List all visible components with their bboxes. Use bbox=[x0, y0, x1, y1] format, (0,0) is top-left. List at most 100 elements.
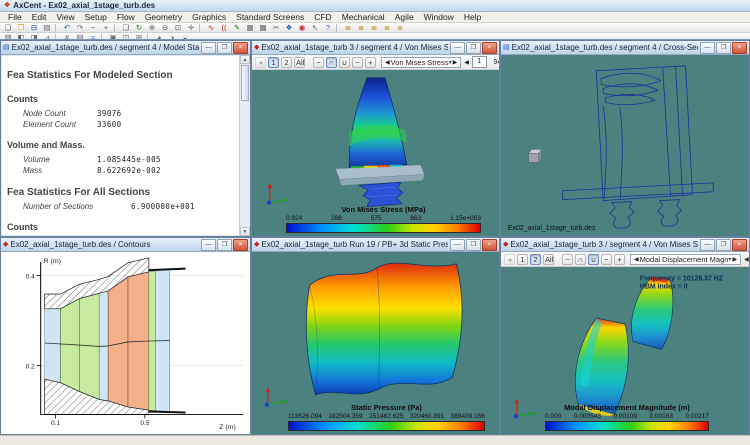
static-pressure-3d-view[interactable]: Static Pressure (Pa) 113526.094 182504.35… bbox=[252, 252, 499, 434]
panel-minimize-button[interactable]: — bbox=[201, 41, 216, 54]
refresh-icon[interactable]: ↻ bbox=[133, 23, 145, 32]
blade-row-5-icon[interactable]: ≣ bbox=[394, 23, 406, 32]
menu-item[interactable]: Window bbox=[419, 12, 459, 22]
page-all-button[interactable]: All bbox=[294, 56, 305, 68]
pan-icon[interactable]: ✛ bbox=[185, 23, 197, 32]
menu-item[interactable]: Edit bbox=[27, 12, 52, 22]
field-next-icon[interactable]: ▶ bbox=[452, 59, 459, 66]
page-1-button[interactable]: 1 bbox=[268, 56, 279, 68]
panel-restore-button[interactable]: ❐ bbox=[716, 238, 731, 251]
shape-minus-icon[interactable]: − bbox=[562, 253, 573, 265]
new-file-icon[interactable]: ❏ bbox=[2, 23, 14, 32]
contours-plot-view[interactable]: R (m) 0.4 0.2 0.1 0.5 Z (m) bbox=[1, 252, 250, 434]
remove-point-icon[interactable]: − bbox=[87, 23, 99, 32]
shape-flat-icon[interactable]: ∪ bbox=[588, 253, 599, 265]
panel-close-button[interactable]: × bbox=[233, 238, 248, 251]
page-prev-button[interactable]: ◂ bbox=[504, 253, 515, 265]
frame-prev-button[interactable]: ◀ bbox=[463, 59, 470, 66]
panel-titlebar[interactable]: ▤ Ex02_axial_1stage_turb.des / segment 4… bbox=[501, 41, 749, 55]
stats-scrollbar[interactable]: ▲ ▼ bbox=[239, 55, 250, 236]
panel-close-button[interactable]: × bbox=[732, 238, 747, 251]
zoom-out-icon[interactable]: ⊖ bbox=[159, 23, 171, 32]
field-selector[interactable]: ◀ Modal Displacement Magn ▾ ▶ bbox=[630, 253, 742, 265]
blade-row-1-icon[interactable]: ≣ bbox=[342, 23, 354, 32]
menu-item[interactable]: Graphics bbox=[187, 12, 231, 22]
menu-item[interactable]: Standard Screens bbox=[231, 12, 309, 22]
blade-angles-icon[interactable]: (( bbox=[218, 23, 230, 32]
panel-restore-button[interactable]: ❐ bbox=[466, 238, 481, 251]
scale-minus-button[interactable]: − bbox=[352, 56, 363, 68]
mesh-icon[interactable]: ▦ bbox=[244, 23, 256, 32]
panel-titlebar[interactable]: ◆ Ex02_axial_1stage_turb.des / Contours … bbox=[1, 238, 250, 252]
field-prev-icon[interactable]: ◀ bbox=[633, 256, 640, 263]
blade-row-2-icon[interactable]: ≣ bbox=[355, 23, 367, 32]
print-icon[interactable]: ▤ bbox=[41, 23, 53, 32]
panel-titlebar[interactable]: ◆ Ex02_axial_1stage_turb 3 / segment 4 /… bbox=[501, 238, 749, 252]
panel-titlebar[interactable]: ◆ Ex02_axial_1stage_turb Run 19 / PB+ 3d… bbox=[252, 238, 499, 252]
field-next-icon[interactable]: ▶ bbox=[731, 256, 738, 263]
blade-edit-icon[interactable]: ✎ bbox=[231, 23, 243, 32]
menu-item[interactable]: Flow bbox=[112, 12, 140, 22]
blade-row-4-icon[interactable]: ≣ bbox=[381, 23, 393, 32]
undo-icon[interactable]: ↶ bbox=[61, 23, 73, 32]
menu-item[interactable]: View bbox=[51, 12, 79, 22]
pointer-help-icon[interactable]: ↖ bbox=[309, 23, 321, 32]
panel-minimize-button[interactable]: — bbox=[201, 238, 216, 251]
frame-number[interactable]: 1 bbox=[471, 56, 487, 68]
add-point-icon[interactable]: + bbox=[100, 23, 112, 32]
page-all-button[interactable]: All bbox=[543, 253, 554, 265]
panel-titlebar[interactable]: ◆ Ex02_axial_1stage_turb 3 / segment 4 /… bbox=[252, 41, 499, 55]
frame-prev-button[interactable]: ◀ bbox=[743, 256, 749, 263]
window-titlebar[interactable]: ❖ AxCent - Ex02_axial_1stage_turb.des bbox=[0, 0, 750, 12]
modal-displacement-3d-view[interactable]: Frequency = 10126.37 HZ HBM Index = 0 Mo… bbox=[501, 267, 749, 434]
menu-item[interactable]: Mechanical bbox=[337, 12, 390, 22]
panel-restore-button[interactable]: ❐ bbox=[217, 238, 232, 251]
panel-minimize-button[interactable]: — bbox=[700, 41, 715, 54]
panel-close-button[interactable]: × bbox=[732, 41, 747, 54]
shape-flat-icon[interactable]: ∪ bbox=[339, 56, 350, 68]
page-2-button[interactable]: 2 bbox=[281, 56, 292, 68]
page-prev-button[interactable]: ◂ bbox=[255, 56, 266, 68]
menu-item[interactable]: CFD bbox=[309, 12, 336, 22]
cross-section-view[interactable]: Ex02_axial_1stage_turb.des bbox=[501, 55, 749, 236]
panel-titlebar[interactable]: ▤ Ex02_axial_1stage_turb.des / segment 4… bbox=[1, 41, 250, 55]
zoom-window-icon[interactable]: ⊡ bbox=[172, 23, 184, 32]
select-icon[interactable]: ❑ bbox=[120, 23, 132, 32]
shape-minus-icon[interactable]: − bbox=[313, 56, 324, 68]
cut-plane-icon[interactable]: ✂ bbox=[270, 23, 282, 32]
page-1-button[interactable]: 1 bbox=[517, 253, 528, 265]
page-2-button[interactable]: 2 bbox=[530, 253, 541, 265]
scroll-thumb[interactable] bbox=[241, 65, 249, 101]
field-selector[interactable]: ◀ Von Mises Stress ▾ ▶ bbox=[381, 56, 462, 68]
run-analysis-icon[interactable]: ◉ bbox=[296, 23, 308, 32]
panel-restore-button[interactable]: ❐ bbox=[466, 41, 481, 54]
save-icon[interactable]: ⊟ bbox=[28, 23, 40, 32]
open-folder-icon[interactable]: ❒ bbox=[15, 23, 27, 32]
menu-item[interactable]: File bbox=[3, 12, 27, 22]
menu-item[interactable]: Setup bbox=[80, 12, 112, 22]
scale-plus-button[interactable]: + bbox=[365, 56, 376, 68]
field-prev-icon[interactable]: ◀ bbox=[384, 59, 391, 66]
scale-minus-button[interactable]: − bbox=[601, 253, 612, 265]
panel-minimize-button[interactable]: — bbox=[450, 41, 465, 54]
zoom-in-icon[interactable]: ⊕ bbox=[146, 23, 158, 32]
panel-close-button[interactable]: × bbox=[482, 238, 497, 251]
panel-close-button[interactable]: × bbox=[482, 41, 497, 54]
redo-icon[interactable]: ↷ bbox=[74, 23, 86, 32]
blade-row-3-icon[interactable]: ≣ bbox=[368, 23, 380, 32]
help-icon[interactable]: ? bbox=[322, 23, 334, 32]
menu-item[interactable]: Agile bbox=[390, 12, 419, 22]
flowpath-icon[interactable]: ∿ bbox=[205, 23, 217, 32]
panel-restore-button[interactable]: ❐ bbox=[217, 41, 232, 54]
grid-icon[interactable]: ▩ bbox=[257, 23, 269, 32]
shape-arc-icon[interactable]: ∩ bbox=[326, 56, 337, 68]
scroll-down-button[interactable]: ▼ bbox=[240, 227, 250, 236]
menu-item[interactable]: Help bbox=[459, 12, 486, 22]
scale-plus-button[interactable]: + bbox=[614, 253, 625, 265]
windows-layout-icon[interactable]: ❖ bbox=[283, 23, 295, 32]
panel-restore-button[interactable]: ❐ bbox=[716, 41, 731, 54]
von-mises-3d-view[interactable]: Von Mises Stress (MPa) 0.924 288 575 863 1.1… bbox=[252, 70, 499, 236]
scroll-up-button[interactable]: ▲ bbox=[240, 55, 250, 64]
panel-minimize-button[interactable]: — bbox=[700, 238, 715, 251]
shape-arc-icon[interactable]: ∩ bbox=[575, 253, 586, 265]
